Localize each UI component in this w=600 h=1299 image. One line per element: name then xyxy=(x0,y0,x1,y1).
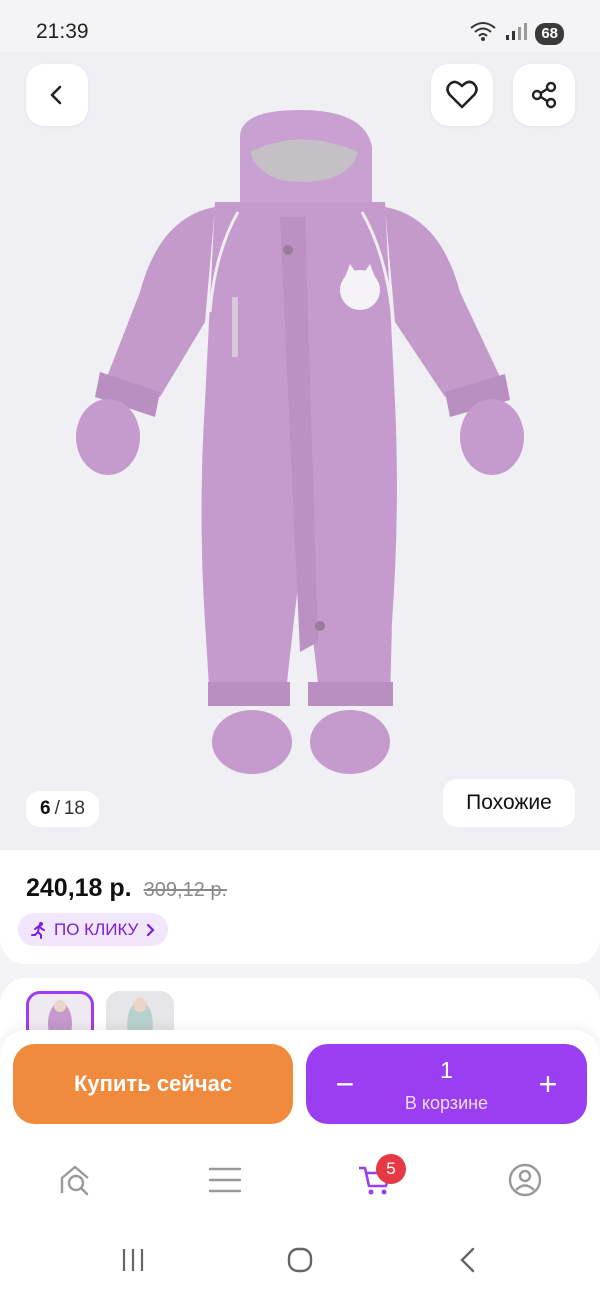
buy-now-button[interactable]: Купить сейчас xyxy=(13,1044,293,1124)
menu-icon xyxy=(208,1167,242,1193)
cart-stepper: − 1 В корзине + xyxy=(306,1044,587,1124)
old-price: 309,12 р. xyxy=(143,879,228,901)
chevron-right-icon xyxy=(147,923,155,936)
system-nav-bar xyxy=(0,1220,600,1299)
battery-indicator: 68 xyxy=(535,22,564,45)
status-bar: 21:39 68 xyxy=(0,0,600,52)
nav-home[interactable] xyxy=(53,1158,97,1202)
running-person-icon xyxy=(31,921,45,939)
similar-button[interactable]: Похожие xyxy=(443,779,575,827)
image-counter-total: 18 xyxy=(63,798,85,819)
home-circle-icon xyxy=(287,1247,313,1273)
promo-label: ПО КЛИКУ xyxy=(54,919,139,939)
share-button[interactable] xyxy=(513,64,575,126)
image-counter-separator: / xyxy=(54,798,60,819)
action-bar: Купить сейчас − 1 В корзине + xyxy=(0,1030,600,1138)
current-price: 240,18 р. xyxy=(26,874,132,902)
status-time: 21:39 xyxy=(36,20,89,43)
heart-icon xyxy=(446,80,478,109)
status-icons: 68 xyxy=(469,20,564,47)
back-button[interactable] xyxy=(26,64,88,126)
chevron-left-icon xyxy=(50,85,62,105)
wifi-icon xyxy=(469,20,497,47)
nav-profile[interactable] xyxy=(503,1158,547,1202)
signal-icon xyxy=(505,21,528,46)
share-icon xyxy=(531,81,557,109)
image-counter-current: 6 xyxy=(40,798,51,819)
favorite-button[interactable] xyxy=(431,64,493,126)
recent-apps-button[interactable] xyxy=(113,1240,153,1280)
home-search-icon xyxy=(60,1165,89,1196)
increase-quantity-button[interactable]: + xyxy=(513,1044,583,1124)
bottom-nav: 5 xyxy=(0,1138,600,1220)
recent-apps-icon xyxy=(122,1249,144,1271)
promo-badge[interactable]: ПО КЛИКУ xyxy=(18,913,169,946)
product-gallery[interactable]: 6 / 18 Похожие xyxy=(0,52,600,850)
nav-catalog[interactable] xyxy=(203,1158,247,1202)
home-system-button[interactable] xyxy=(280,1240,320,1280)
cart-count-badge: 5 xyxy=(376,1154,406,1184)
back-arrow-icon xyxy=(460,1247,475,1273)
product-image xyxy=(0,52,600,850)
profile-icon xyxy=(508,1163,542,1197)
image-counter: 6 / 18 xyxy=(26,791,99,827)
back-system-button[interactable] xyxy=(448,1240,488,1280)
price-card: 240,18 р. 309,12 р. ПО КЛИКУ xyxy=(0,850,600,964)
